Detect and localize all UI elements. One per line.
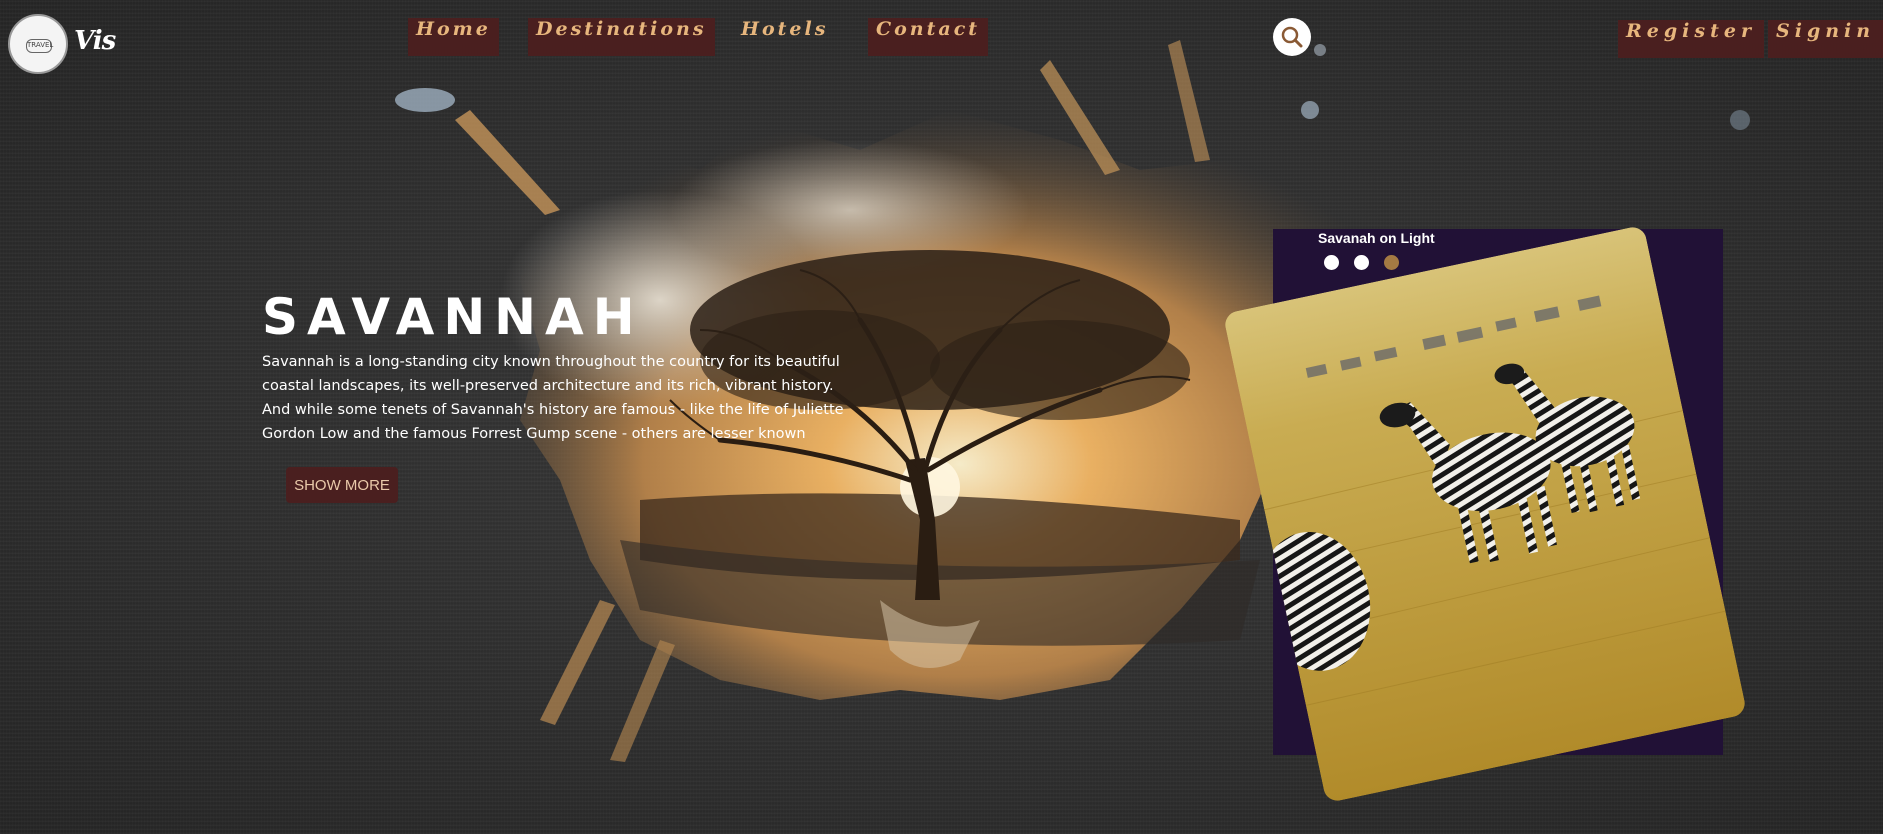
nav-hotels[interactable]: Hotels — [733, 18, 836, 56]
search-button[interactable] — [1273, 18, 1311, 56]
carousel-dot-1[interactable] — [1324, 255, 1339, 270]
search-icon — [1281, 26, 1303, 48]
logo-badge: TRAVEL — [26, 39, 53, 53]
brand-logo[interactable]: TRAVEL — [8, 14, 68, 74]
brand-name[interactable]: Vis — [74, 26, 116, 56]
signin-button[interactable]: Signin — [1768, 20, 1883, 58]
card-title: Savanah on Light — [1318, 230, 1435, 246]
hero-title: SAVANNAH — [262, 288, 644, 346]
nav-contact[interactable]: Contact — [868, 18, 989, 56]
nav-home[interactable]: Home — [408, 18, 499, 56]
carousel-dot-3[interactable] — [1384, 255, 1399, 270]
nav-destinations[interactable]: Destinations — [528, 18, 715, 56]
register-button[interactable]: Register — [1618, 20, 1764, 58]
carousel-dot-2[interactable] — [1354, 255, 1369, 270]
hero-description: Savannah is a long-standing city known t… — [262, 354, 844, 442]
show-more-button[interactable]: SHOW MORE — [286, 467, 398, 503]
